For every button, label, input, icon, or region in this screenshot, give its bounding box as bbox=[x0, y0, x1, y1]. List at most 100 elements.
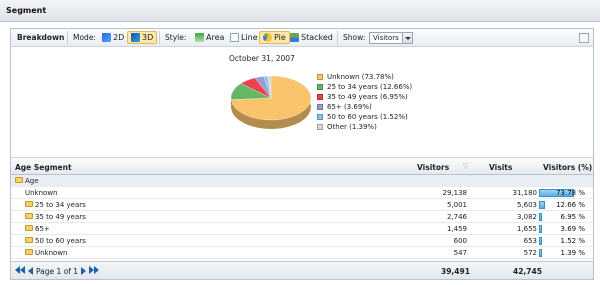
folder-icon[interactable] bbox=[25, 201, 33, 207]
table-row[interactable]: 35 to 49 years 2,746 3,082 6.95 % bbox=[11, 211, 593, 223]
table-row[interactable]: 25 to 34 years 5,001 5,603 12.66 % bbox=[11, 199, 593, 211]
style-pie-label: Pie bbox=[274, 33, 286, 42]
header-visitors-pct[interactable]: Visitors (%) bbox=[543, 163, 592, 172]
legend-label: 35 to 49 years (6.95%) bbox=[327, 93, 408, 101]
table-row[interactable]: 65+ 1,459 1,655 3.69 % bbox=[11, 223, 593, 235]
show-label: Show: bbox=[343, 33, 366, 42]
folder-icon[interactable] bbox=[25, 237, 33, 243]
row-pct-bar: 1.52 % bbox=[539, 237, 587, 245]
row-pct-bar: 73.78 % bbox=[539, 189, 587, 197]
style-area-label: Area bbox=[206, 33, 225, 42]
pct-bar-fill bbox=[539, 249, 542, 257]
grid-rows: Unknown 29,138 31,180 73.78 % 25 to 34 years… bbox=[11, 187, 593, 259]
header-visits[interactable]: Visits bbox=[489, 163, 512, 172]
row-visits: 3,082 bbox=[516, 213, 537, 221]
mode-2d-button[interactable]: 2D bbox=[99, 31, 127, 44]
legend-item: 35 to 49 years (6.95%) bbox=[317, 92, 412, 102]
row-segment-label: 35 to 49 years bbox=[35, 213, 86, 221]
row-segment-label: 65+ bbox=[35, 225, 50, 233]
toolbar-divider bbox=[67, 31, 68, 44]
header-title: Segment bbox=[6, 6, 47, 15]
row-visitors: 5,001 bbox=[446, 201, 467, 209]
group-label: Age bbox=[15, 177, 39, 185]
pie-chart-icon bbox=[263, 33, 272, 42]
row-visitors: 2,746 bbox=[446, 213, 467, 221]
row-visits: 1,655 bbox=[516, 225, 537, 233]
legend-swatch bbox=[317, 74, 323, 80]
pager: Page 1 of 1 bbox=[15, 266, 100, 276]
style-stacked-button[interactable]: Stacked bbox=[287, 31, 336, 44]
toolbar: Breakdown Mode: 2D 3D Style: Area Line P… bbox=[11, 29, 593, 47]
table-row[interactable]: Unknown 29,138 31,180 73.78 % bbox=[11, 187, 593, 199]
legend-label: Unknown (73.78%) bbox=[327, 73, 394, 81]
show-select[interactable]: Visitors bbox=[369, 32, 413, 44]
row-visits: 653 bbox=[523, 237, 537, 245]
toolbar-divider bbox=[337, 31, 338, 44]
style-area-button[interactable]: Area bbox=[192, 31, 227, 44]
folder-icon[interactable] bbox=[25, 225, 33, 231]
table-row[interactable]: 50 to 60 years 600 653 1.52 % bbox=[11, 235, 593, 247]
pct-bar-fill bbox=[539, 213, 542, 221]
legend-item: 25 to 34 years (12.66%) bbox=[317, 82, 412, 92]
style-label: Style: bbox=[165, 33, 187, 42]
legend-label: 25 to 34 years (12.66%) bbox=[327, 83, 413, 91]
row-segment-label: 50 to 60 years bbox=[35, 237, 86, 245]
legend-swatch bbox=[317, 94, 323, 100]
mode-3d-button[interactable]: 3D bbox=[127, 31, 158, 44]
last-page-button[interactable] bbox=[89, 266, 100, 276]
header-visitors[interactable]: Visitors bbox=[417, 163, 449, 172]
last-page-icon-2 bbox=[94, 266, 100, 274]
first-page-button[interactable] bbox=[15, 266, 25, 276]
legend-label: 65+ (3.69%) bbox=[327, 103, 372, 111]
breakdown-label: Breakdown bbox=[17, 33, 65, 42]
grid-footer: Page 1 of 1 39,491 42,745 bbox=[11, 261, 593, 279]
first-page-icon-2 bbox=[20, 266, 25, 274]
folder-icon[interactable] bbox=[25, 213, 33, 219]
legend-item: 65+ (3.69%) bbox=[317, 102, 412, 112]
style-line-button[interactable]: Line bbox=[227, 31, 261, 44]
pie-chart bbox=[230, 75, 312, 129]
data-grid: Age Segment Visitors Visits Visitors (%)… bbox=[11, 157, 593, 259]
row-segment-name: 35 to 49 years bbox=[25, 213, 86, 221]
chart-area: October 31, 2007 Unknown (73.78%) 25 to 3… bbox=[11, 48, 593, 154]
row-segment-name: 65+ bbox=[25, 225, 50, 233]
header-age-segment[interactable]: Age Segment bbox=[15, 163, 72, 172]
prev-page-icon[interactable] bbox=[28, 267, 33, 275]
style-pie-button[interactable]: Pie bbox=[259, 31, 290, 44]
row-pct-bar: 12.66 % bbox=[539, 201, 587, 209]
row-segment-name: 25 to 34 years bbox=[25, 201, 86, 209]
next-page-icon[interactable] bbox=[81, 267, 87, 275]
sort-icon[interactable]: ▽ bbox=[463, 162, 468, 170]
style-line-label: Line bbox=[241, 33, 258, 42]
row-visitors: 29,138 bbox=[442, 189, 468, 197]
show-select-value: Visitors bbox=[373, 34, 399, 42]
row-pct-text: 1.52 % bbox=[560, 237, 585, 245]
row-pct-text: 3.69 % bbox=[560, 225, 585, 233]
pct-bar-fill bbox=[539, 237, 542, 245]
group-row-age[interactable]: Age bbox=[11, 175, 593, 187]
line-chart-icon bbox=[230, 33, 239, 42]
toolbar-divider bbox=[159, 31, 160, 44]
mode-label: Mode: bbox=[73, 33, 96, 42]
folder-icon[interactable] bbox=[25, 249, 33, 255]
row-segment-name: 50 to 60 years bbox=[25, 237, 86, 245]
row-visitors: 600 bbox=[453, 237, 467, 245]
row-segment-label: 25 to 34 years bbox=[35, 201, 86, 209]
stacked-chart-icon bbox=[290, 33, 299, 42]
style-stacked-label: Stacked bbox=[301, 33, 333, 42]
row-pct-text: 1.39 % bbox=[560, 249, 585, 257]
row-segment-name: Unknown bbox=[25, 189, 58, 197]
total-visits: 42,745 bbox=[513, 267, 542, 276]
row-pct-text: 6.95 % bbox=[560, 213, 585, 221]
table-row[interactable]: Unknown 547 572 1.39 % bbox=[11, 247, 593, 259]
row-segment-label: Unknown bbox=[35, 249, 68, 257]
row-visitors: 1,459 bbox=[446, 225, 467, 233]
legend-label: Other (1.39%) bbox=[327, 123, 377, 131]
folder-open-icon bbox=[15, 177, 23, 183]
legend-swatch bbox=[317, 124, 323, 130]
row-pct-bar: 3.69 % bbox=[539, 225, 587, 233]
options-button[interactable] bbox=[579, 33, 589, 43]
grid-header: Age Segment Visitors Visits Visitors (%)… bbox=[11, 157, 593, 175]
row-visits: 572 bbox=[523, 249, 537, 257]
row-segment-label: Unknown bbox=[25, 189, 58, 197]
